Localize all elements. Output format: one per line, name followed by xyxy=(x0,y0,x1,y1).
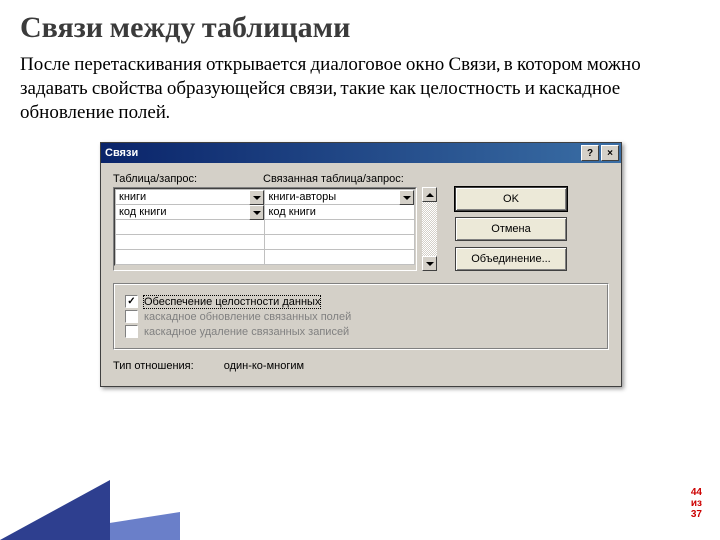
relationships-dialog: Связи ? × Таблица/запрос: Связанная табл… xyxy=(100,142,622,387)
chevron-down-icon[interactable] xyxy=(249,190,264,205)
checkbox-icon[interactable] xyxy=(125,295,138,308)
cascade-update-checkbox-row[interactable]: каскадное обновление связанных полей xyxy=(125,310,597,323)
checkbox-icon[interactable] xyxy=(125,325,138,338)
scroll-track[interactable] xyxy=(422,202,437,256)
label-related-table: Связанная таблица/запрос: xyxy=(263,173,413,185)
cancel-button[interactable]: Отмена xyxy=(455,217,567,241)
table-row xyxy=(116,220,415,235)
chevron-down-icon[interactable] xyxy=(249,205,264,220)
ok-button[interactable]: OK xyxy=(455,187,567,211)
cell-right-field[interactable]: код книги xyxy=(265,205,415,220)
grid-scrollbar[interactable] xyxy=(422,187,437,271)
decor-stripe xyxy=(0,480,110,540)
table-row xyxy=(116,250,415,265)
options-group: Обеспечение целостности данных каскадное… xyxy=(113,283,609,350)
help-icon[interactable]: ? xyxy=(581,145,599,161)
close-icon[interactable]: × xyxy=(601,145,619,161)
table-row xyxy=(116,235,415,250)
slide-heading: Связи между таблицами xyxy=(20,10,700,45)
table-row: код книги код книги xyxy=(116,205,415,220)
page-counter: 44 из 37 xyxy=(691,487,702,520)
table-row: книги книги-авторы xyxy=(116,190,415,205)
titlebar: Связи ? × xyxy=(101,143,621,163)
cascade-update-label: каскадное обновление связанных полей xyxy=(144,311,351,323)
cell-left-table[interactable]: книги xyxy=(116,190,265,205)
scroll-down-icon[interactable] xyxy=(422,256,437,271)
integrity-checkbox-row[interactable]: Обеспечение целостности данных xyxy=(125,295,597,308)
checkbox-icon[interactable] xyxy=(125,310,138,323)
relation-type-label: Тип отношения: xyxy=(113,360,194,372)
integrity-label: Обеспечение целостности данных xyxy=(144,296,320,308)
cell-right-table[interactable]: книги-авторы xyxy=(265,190,415,205)
scroll-up-icon[interactable] xyxy=(422,187,437,202)
join-button[interactable]: Объединение... xyxy=(455,247,567,271)
dialog-title: Связи xyxy=(105,147,138,159)
relation-type-value: один-ко-многим xyxy=(224,360,304,372)
slide-paragraph: После перетаскивания открывается диалого… xyxy=(20,53,700,124)
label-table: Таблица/запрос: xyxy=(113,173,263,185)
cascade-delete-label: каскадное удаление связанных записей xyxy=(144,326,349,338)
cascade-delete-checkbox-row[interactable]: каскадное удаление связанных записей xyxy=(125,325,597,338)
fields-grid: книги книги-авторы код книги код книги xyxy=(113,187,417,271)
chevron-down-icon[interactable] xyxy=(399,190,414,205)
cell-left-field[interactable]: код книги xyxy=(116,205,265,220)
